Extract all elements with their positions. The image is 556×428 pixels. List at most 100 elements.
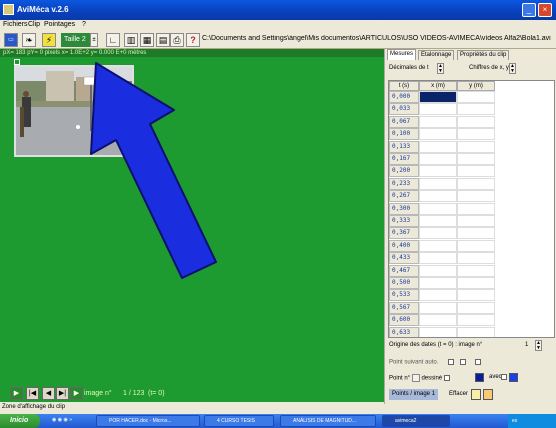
table-icon[interactable]: ▤ [156,33,170,47]
menu-help[interactable]: ? [82,21,86,28]
y-cell[interactable] [457,115,495,128]
open-clip-icon[interactable]: ▭ [4,33,18,47]
x-cell[interactable] [419,115,457,128]
y-cell[interactable] [457,153,495,165]
with-checkbox[interactable] [501,374,507,380]
x-cell[interactable] [419,91,457,103]
x-cell[interactable] [419,140,457,153]
x-cell[interactable] [419,301,457,314]
y-cell[interactable] [457,326,495,337]
tab-proprietes[interactable]: Propriétés du clip [457,50,510,60]
x-cell[interactable] [419,227,457,240]
y-cell[interactable] [457,202,495,215]
tray-language: es [512,418,518,424]
point-row: Point n° dessiné [389,374,450,382]
clip-area-label: Zone d'affichage du clip [2,404,66,410]
digits-spinner[interactable]: ▲ ▼ [509,63,516,74]
x-cell[interactable] [419,202,457,215]
y-cell[interactable] [457,239,495,252]
tab-etalonnage[interactable]: Etalonnage [418,50,455,60]
time-cell: 0,433 [389,252,419,265]
fast-forward-icon[interactable]: ▶ [70,387,83,400]
y-cell[interactable] [457,177,495,190]
clip-display-area[interactable] [0,57,384,385]
time-cell: 0,000 [389,91,419,103]
calibration-icon[interactable]: ⚡ [42,33,56,47]
axes-icon[interactable]: ∟ [106,33,120,47]
y-cell[interactable] [457,277,495,289]
print-icon[interactable]: ⎙ [170,33,184,47]
prev-frame-icon[interactable]: ◀ [42,387,55,400]
tab-mesures[interactable]: Mesures [387,49,417,60]
auto-next-checkbox[interactable] [448,359,455,365]
point-color-swatch[interactable] [475,373,484,382]
x-cell[interactable] [419,314,457,327]
origin-label: Origine des dates (t = 0) : image n° [389,342,483,348]
quick-launch[interactable]: ◉ ◉ ◉ » [50,415,90,427]
task-word-doc[interactable]: POR HACER.doc - Micros... [96,415,200,427]
menu-clip[interactable]: Clip [28,21,40,28]
x-cell[interactable] [419,165,457,178]
close-icon[interactable]: × [538,3,552,17]
leaf-icon[interactable]: ❧ [22,33,36,47]
drawn-checkbox[interactable] [443,375,450,381]
x-cell[interactable] [419,252,457,265]
image-label: image n° [84,390,112,397]
help-icon[interactable]: ? [186,33,200,47]
window-title: AviMéca v.2.6 [17,5,69,14]
y-cell[interactable] [457,227,495,240]
x-cell[interactable] [419,326,457,337]
play-icon[interactable]: ▶ [10,387,23,400]
menu-pointages[interactable]: Pointages [44,21,75,28]
task-avimeca[interactable]: avimeca2 [382,415,450,427]
decimals-spinner[interactable]: ▲ ▼ [437,63,444,74]
video-frame[interactable] [14,65,134,157]
chart-icon[interactable]: ▦ [140,33,154,47]
y-cell[interactable] [457,190,495,203]
x-cell[interactable] [419,264,457,277]
start-button[interactable]: Inicio [0,414,40,428]
x-cell[interactable] [419,128,457,141]
auto-next-checkbox-2[interactable] [459,359,466,365]
y-cell[interactable] [457,215,495,227]
time-cell: 0,500 [389,277,419,289]
x-cell[interactable] [419,153,457,165]
x-cell[interactable] [419,103,457,116]
task-analisis[interactable]: ANÁLISIS DE MAGNITUD... [280,415,376,427]
origin-spinner[interactable]: ▲ ▼ [535,340,542,351]
x-cell[interactable] [419,277,457,289]
y-cell[interactable] [457,165,495,178]
y-cell[interactable] [457,314,495,327]
clear-label: Effacer [449,391,468,397]
origin-value: 1 [525,342,529,348]
first-frame-icon[interactable]: |◀ [26,387,39,400]
x-cell[interactable] [419,177,457,190]
header-x: x (m) [419,81,457,91]
menu-fichiers[interactable]: Fichiers [3,21,28,28]
x-cell[interactable] [419,215,457,227]
clear-one-button[interactable] [471,389,481,400]
y-cell[interactable] [457,289,495,302]
x-cell[interactable] [419,190,457,203]
line-color-swatch[interactable] [509,373,518,382]
y-cell[interactable] [457,128,495,141]
measures-table[interactable]: t (s) x (m) y (m) 0,000 0,033 0,067 0,100 0,… [388,80,555,338]
auto-next-checkbox-3[interactable] [475,359,482,365]
task-folder[interactable]: 4 CURSO TESIS [204,415,274,427]
spinner-arrows-icon[interactable]: ± [90,33,98,47]
y-cell[interactable] [457,301,495,314]
y-cell[interactable] [457,264,495,277]
graph-icon[interactable]: ▥ [124,33,138,47]
y-cell[interactable] [457,103,495,116]
y-cell[interactable] [457,252,495,265]
y-cell[interactable] [457,140,495,153]
next-frame-icon[interactable]: ▶| [56,387,69,400]
point-spinner[interactable] [411,374,420,382]
decimals-label: Décimales de t [389,65,429,71]
clear-all-button[interactable] [483,389,493,400]
x-cell[interactable] [419,239,457,252]
minimize-icon[interactable]: _ [522,3,536,17]
x-cell[interactable] [419,289,457,302]
auto-next-label: Point suivant auto. [389,359,439,366]
y-cell[interactable] [457,91,495,103]
